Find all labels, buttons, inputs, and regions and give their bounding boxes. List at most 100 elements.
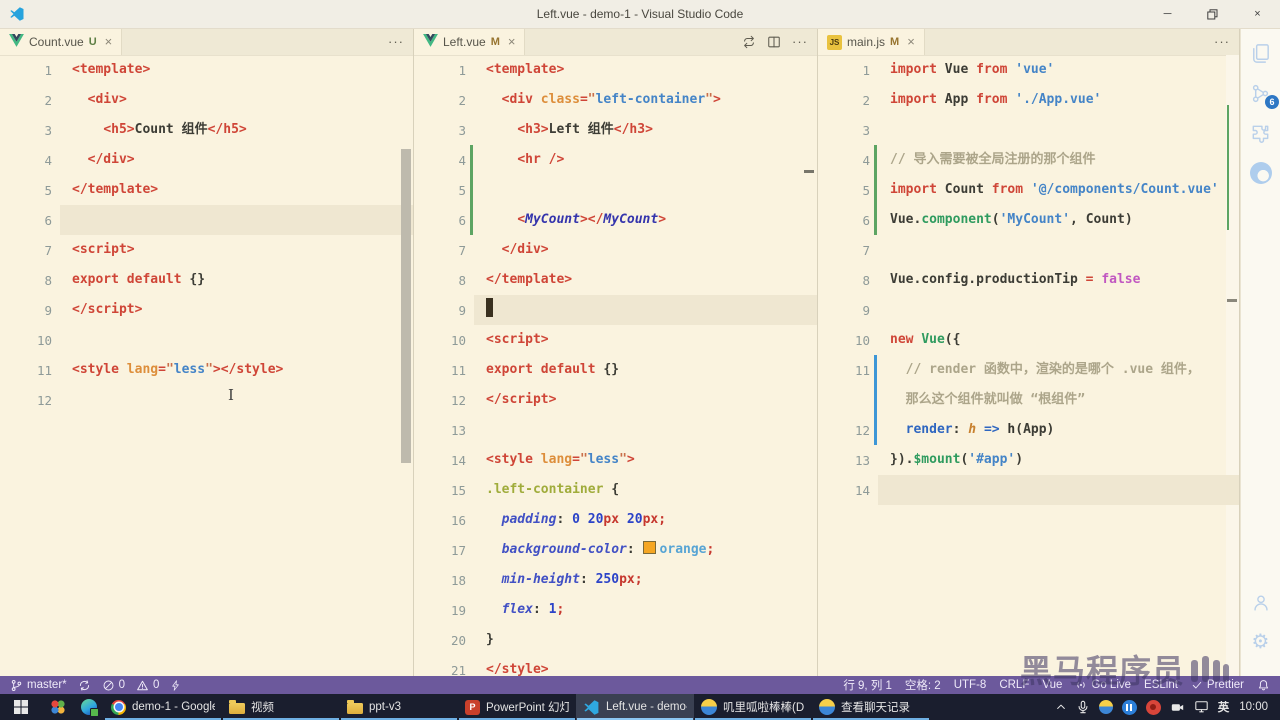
status-prettier[interactable]: Prettier: [1191, 679, 1244, 691]
code-line: 10 new Vue({: [854, 332, 961, 348]
pinned-edge-pinned[interactable]: [73, 694, 104, 720]
code-line: 3 <h5>Count 组件</h5>: [44, 122, 247, 138]
taskbar-task[interactable]: Left.vue - demo-1 - ...: [576, 694, 694, 720]
taskbar-task[interactable]: 视频: [222, 694, 340, 720]
code-line: 那么这个组件就叫做 “根组件”: [818, 385, 1239, 415]
tab-main-js[interactable]: JS main.js M ×: [818, 28, 925, 55]
split-editor-icon[interactable]: [767, 35, 781, 49]
code-line: 9: [862, 302, 870, 318]
close-icon[interactable]: ×: [508, 35, 516, 48]
windows-taskbar: demo-1 - Google C...视频ppt-v3PPowerPoint …: [0, 694, 1280, 720]
code-editor-count-vue[interactable]: 1 <template> 2 <div> 3 <h5>Count 组件</h5> 4 <…: [0, 55, 413, 676]
code-editor-main-js[interactable]: 1 import Vue from 'vue' 2 import App from '…: [818, 55, 1239, 676]
taskbar-task[interactable]: ppt-v3: [340, 694, 458, 720]
code-line: 2 <div class="left-container">: [458, 92, 721, 108]
tray-camera[interactable]: [1170, 701, 1185, 714]
close-icon[interactable]: ×: [907, 35, 915, 48]
vscode-icon: [583, 699, 600, 716]
activity-extensions-puzzle-icon[interactable]: [1249, 122, 1272, 145]
status-sync[interactable]: [78, 679, 91, 692]
status-eslint[interactable]: ESLint: [1144, 679, 1178, 691]
code-line: 5 import Count from '@/components/Count.v…: [818, 175, 1239, 205]
tab-left-vue[interactable]: Left.vue M ×: [414, 28, 526, 55]
tray-chevron-up[interactable]: [1055, 701, 1067, 713]
code-line: 8 export default {}: [44, 272, 206, 288]
status-0[interactable]: 0: [102, 679, 125, 692]
code-line: 3 <h3>Left 组件</h3>: [458, 122, 653, 138]
activity-settings-gear-icon[interactable]: ⚙: [1252, 631, 1270, 651]
status-bell[interactable]: [1257, 679, 1270, 692]
status-空格-2[interactable]: 空格: 2: [905, 677, 941, 693]
pinned-color-app[interactable]: [42, 694, 73, 720]
activity-source-control-icon[interactable]: 6: [1249, 82, 1279, 109]
taskbar-task[interactable]: PPowerPoint 幻灯片...: [458, 694, 576, 720]
activity-files-icon[interactable]: [1249, 42, 1272, 65]
code-line: 11 export default {}: [450, 362, 620, 378]
bell-icon: [1257, 679, 1270, 692]
code-line: 16 padding: 0 20px 20px;: [450, 512, 667, 528]
git-status-badge: M: [890, 35, 900, 48]
close-icon[interactable]: ×: [105, 35, 113, 48]
tab-count-vue[interactable]: Count.vue U ×: [0, 28, 123, 55]
vscode-window: Left.vue - demo-1 - Visual Studio Code ─…: [0, 0, 1280, 720]
tray-record-dot[interactable]: [1145, 699, 1161, 715]
code-line: 8 </template>: [458, 272, 573, 288]
code-line: 1 <template>: [44, 62, 151, 78]
close-button[interactable]: ×: [1235, 0, 1280, 28]
qq-chat-icon: [819, 699, 835, 715]
status-行-9-列-1[interactable]: 行 9, 列 1: [843, 677, 892, 693]
code-line: 7: [862, 242, 870, 258]
maximize-button[interactable]: [1190, 0, 1235, 28]
status-crlf[interactable]: CRLF: [999, 679, 1029, 691]
tab-label: Count.vue: [29, 34, 84, 49]
editor-group-main-js: JS main.js M × ··· 1 import Vue from 'vue…: [818, 28, 1240, 676]
source-control-badge: 6: [1265, 95, 1279, 109]
tab-bar: Count.vue U × ···: [0, 28, 413, 56]
more-icon[interactable]: ···: [388, 34, 404, 49]
js-file-icon: JS: [827, 34, 842, 50]
more-icon[interactable]: ···: [792, 34, 808, 49]
chrome-icon: [111, 699, 126, 715]
tab-actions: ···: [742, 28, 817, 55]
code-line: 6 Vue.component('MyCount', Count): [818, 205, 1239, 235]
code-line: 10 <script>: [450, 332, 549, 348]
git-status-badge: U: [88, 35, 97, 48]
status-vue[interactable]: Vue: [1042, 679, 1062, 691]
taskbar-clock[interactable]: 10:00: [1239, 701, 1268, 713]
folder-icon: [229, 699, 245, 714]
git-status-badge: M: [490, 35, 500, 48]
code-line: 6 <MyCount></MyCount>: [414, 205, 817, 235]
open-changes-icon[interactable]: [742, 35, 756, 49]
sync-icon: [78, 679, 91, 692]
powerpoint-icon: P: [465, 699, 480, 715]
status-go-live[interactable]: Go Live: [1075, 679, 1131, 691]
code-editor-left-vue[interactable]: 1 <template> 2 <div class="left-container"…: [414, 55, 817, 676]
status-utf-8[interactable]: UTF-8: [954, 679, 987, 691]
minimize-button[interactable]: ─: [1145, 0, 1190, 28]
activity-account-icon[interactable]: [1250, 592, 1272, 614]
more-icon[interactable]: ···: [1214, 34, 1230, 49]
ime-indicator[interactable]: 英: [1218, 699, 1230, 715]
taskbar-task[interactable]: 查看聊天记录: [812, 694, 930, 720]
activity-edge-browser-icon[interactable]: [1249, 162, 1272, 184]
tray-pause-badge[interactable]: [1121, 699, 1137, 715]
color-swatch[interactable]: [642, 541, 656, 554]
status-0[interactable]: 0: [136, 679, 159, 692]
tray-monitor[interactable]: [1194, 700, 1209, 714]
taskbar-task[interactable]: demo-1 - Google C...: [104, 694, 222, 720]
tab-actions: ···: [388, 28, 413, 55]
code-line: 4 <hr />: [414, 145, 817, 175]
tray-qq-tray[interactable]: [1098, 700, 1113, 714]
tray-microphone[interactable]: [1076, 700, 1090, 714]
code-line: 13}).$mount('#app'): [854, 452, 1024, 468]
code-line: 10: [36, 332, 52, 348]
code-line: 4 </div>: [44, 152, 135, 168]
start-button[interactable]: [0, 694, 42, 720]
vscode-logo-icon: [9, 6, 25, 22]
status-master-[interactable]: master*: [10, 679, 67, 692]
tab-label: main.js: [847, 34, 886, 49]
errors-icon: [102, 679, 115, 692]
editor-area: Count.vue U × ··· 1 <template> 2 <div> 3 <h…: [0, 28, 1280, 676]
status-lightning[interactable]: [170, 679, 181, 692]
taskbar-task[interactable]: 叽里呱啦棒棒(DESKT...: [694, 694, 812, 720]
